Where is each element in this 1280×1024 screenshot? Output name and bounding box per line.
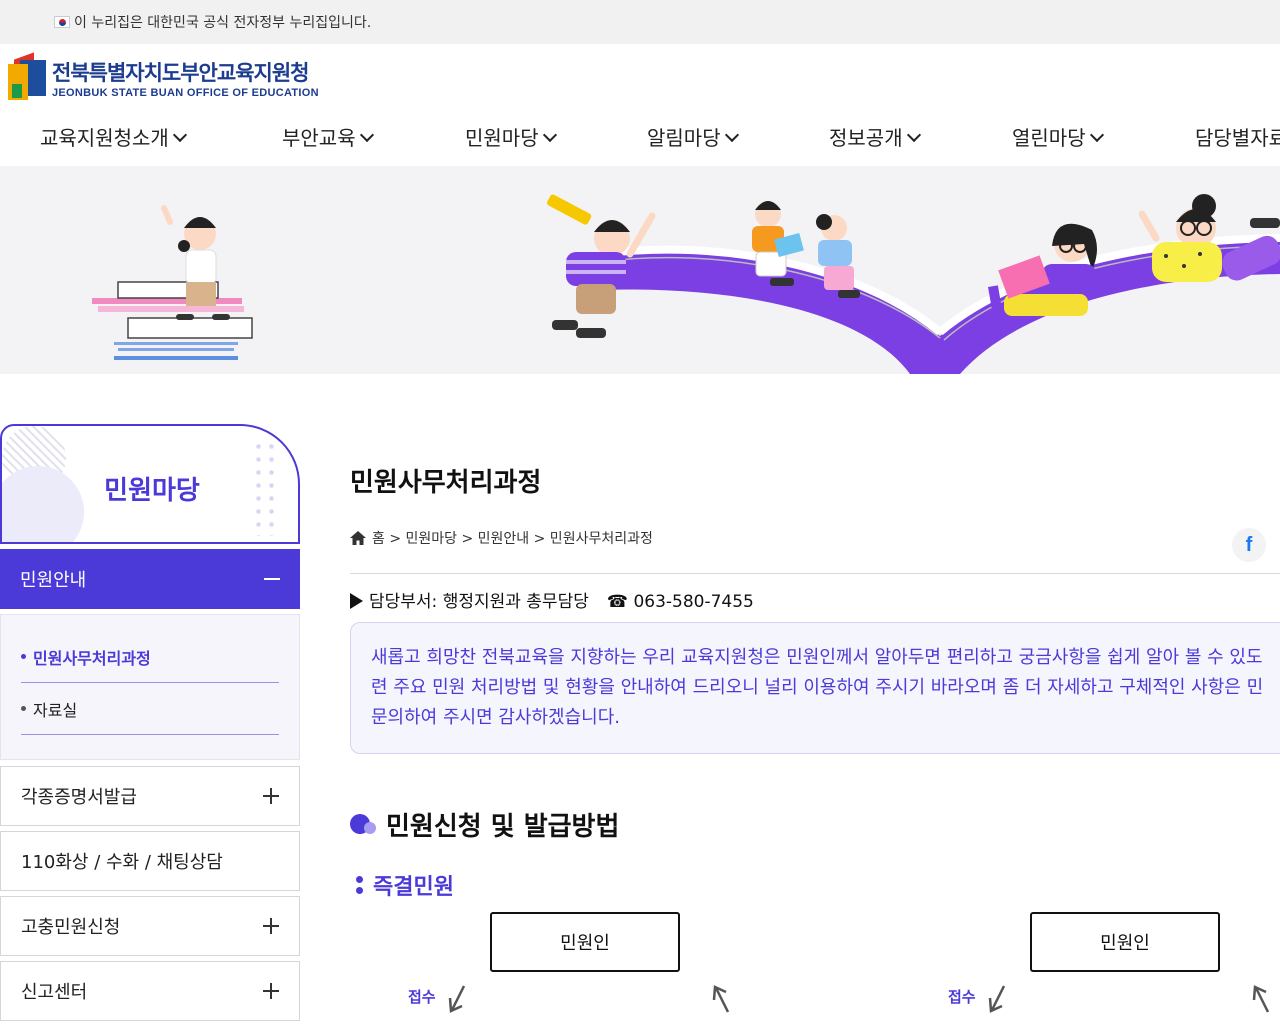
logo-emblem-icon	[8, 52, 46, 100]
chevron-down-icon	[724, 127, 739, 142]
subsection-bullet-icon	[356, 874, 363, 896]
gov-notice-bar[interactable]: 이 누리집은 대한민국 공식 전자정부 누리집입니다.	[0, 0, 1280, 44]
flow-box-applicant: 민원인	[490, 912, 680, 972]
flow-label-receipt: 접수	[408, 988, 436, 1006]
lnb-item-110-consult[interactable]: 110화상 / 수화 / 채팅상담	[0, 831, 300, 891]
intro-line: 련 주요 민원 처리방법 및 현황을 안내하여 드리오니 널리 이용하여 주시기…	[371, 677, 1264, 698]
facebook-share-icon[interactable]: f	[1232, 528, 1266, 562]
flow-label-receipt: 접수	[948, 988, 976, 1006]
subsection-title: 즉결민원	[356, 869, 454, 901]
section-bullet-icon	[350, 813, 376, 836]
gnb-item-data[interactable]: 담당별자료	[1195, 122, 1280, 151]
section-title: 민원신청 및 발급방법	[350, 806, 619, 843]
chevron-down-icon	[1089, 127, 1104, 142]
gnb-item-notice[interactable]: 알림마당	[647, 122, 739, 151]
chevron-down-icon	[359, 127, 374, 142]
minus-icon	[264, 578, 280, 580]
banner-illustration	[92, 194, 1280, 374]
gnb-item-about[interactable]: 교육지원청소개	[40, 122, 187, 151]
plus-icon	[263, 918, 279, 934]
sub-visual-banner	[0, 166, 1280, 374]
breadcrumb-text[interactable]: 홈 > 민원마당 > 민원안내 > 민원사무처리과정	[372, 528, 653, 548]
logo-name-ko: 전북특별자치도부안교육지원청	[52, 61, 309, 85]
chevron-down-icon	[172, 127, 187, 142]
content-divider	[350, 573, 1280, 574]
triangle-bullet-icon	[350, 593, 363, 609]
lnb-item-civil-guide[interactable]: 민원안내	[0, 549, 300, 609]
intro-line: 문의하여 주시면 감사하겠습니다.	[371, 707, 621, 728]
lnb-item-report-center[interactable]: 신고센터	[0, 961, 300, 1021]
chevron-down-icon	[906, 127, 921, 142]
arrow-up-left-icon	[1252, 985, 1270, 1013]
lnb-submenu: 민원사무처리과정 자료실	[0, 614, 300, 760]
gov-notice-text: 이 누리집은 대한민국 공식 전자정부 누리집입니다.	[74, 15, 372, 31]
plus-icon	[263, 983, 279, 999]
gnb-item-info[interactable]: 정보공개	[829, 122, 921, 151]
intro-line: 새롭고 희망찬 전북교육을 지향하는 우리 교육지원청은 민원인께서 알아두면 …	[371, 647, 1263, 668]
gnb-item-open[interactable]: 열린마당	[1012, 122, 1104, 151]
home-icon[interactable]	[350, 531, 366, 545]
department-name: 담당부서: 행정지원과 총무담당	[369, 592, 589, 612]
arrow-down-left-icon	[988, 985, 1006, 1013]
page-title: 민원사무처리과정	[350, 468, 542, 498]
korea-flag-icon	[54, 16, 70, 28]
site-logo[interactable]: 전북특별자치도부안교육지원청 JEONBUK STATE BUAN OFFICE…	[8, 52, 319, 100]
lnb-sub-item-process[interactable]: 민원사무처리과정	[21, 631, 279, 683]
lnb-sub-item-archive[interactable]: 자료실	[21, 683, 279, 735]
intro-box: 새롭고 희망찬 전북교육을 지향하는 우리 교육지원청은 민원인께서 알아두면 …	[350, 622, 1280, 754]
lnb-title: 민원마당	[104, 476, 200, 506]
lnb-item-certificates[interactable]: 각종증명서발급	[0, 766, 300, 826]
arrow-down-left-icon	[448, 985, 466, 1013]
breadcrumb: 홈 > 민원마당 > 민원안내 > 민원사무처리과정	[350, 528, 653, 548]
arrow-up-left-icon	[712, 985, 730, 1013]
gnb-item-civil[interactable]: 민원마당	[465, 122, 557, 151]
chevron-down-icon	[542, 127, 557, 142]
flow-box-applicant: 민원인	[1030, 912, 1220, 972]
gnb-item-buan-edu[interactable]: 부안교육	[282, 122, 374, 151]
main-navigation: 교육지원청소개 부안교육 민원마당 알림마당 정보공개 열린마당 담당별자료	[0, 122, 1280, 166]
plus-icon	[263, 788, 279, 804]
lnb-item-grievance[interactable]: 고충민원신청	[0, 896, 300, 956]
lnb-header: 민원마당	[0, 424, 300, 544]
logo-name-en: JEONBUK STATE BUAN OFFICE OF EDUCATION	[52, 87, 319, 99]
department-phone: ☎ 063-580-7455	[606, 592, 754, 612]
department-info: 담당부서: 행정지원과 총무담당 ☎ 063-580-7455	[350, 587, 754, 612]
